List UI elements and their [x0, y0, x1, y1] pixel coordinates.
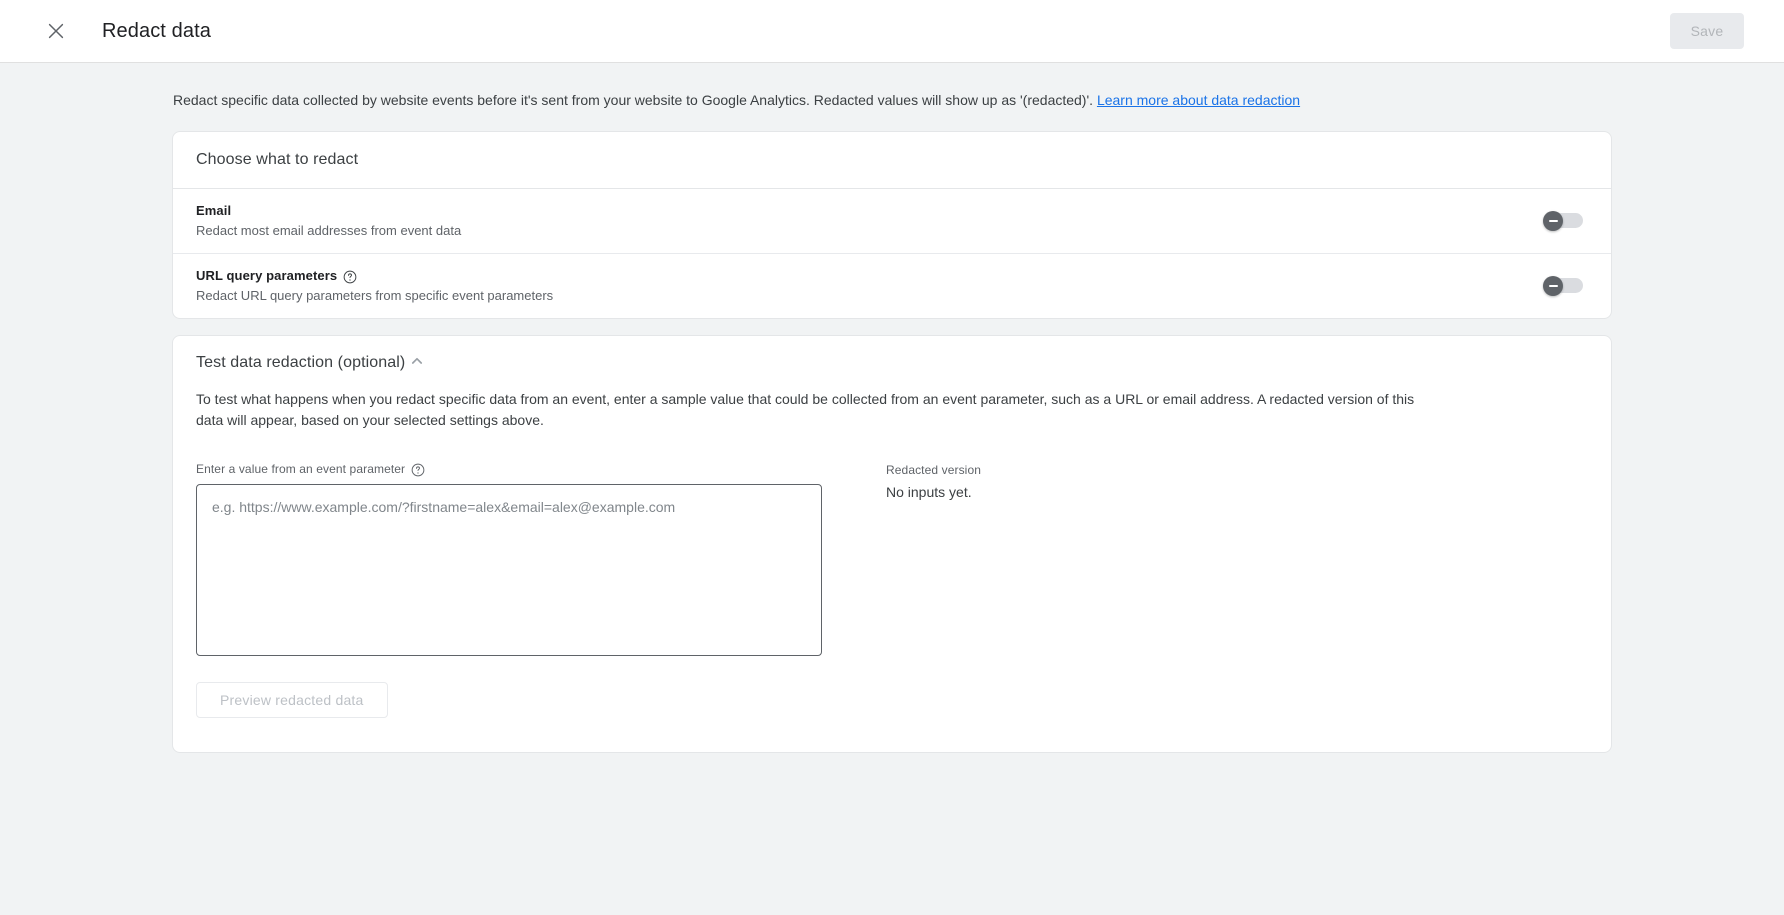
learn-more-link[interactable]: Learn more about data redaction: [1097, 92, 1300, 108]
setting-row-url-query-parameters: URL query parameters Redact URL query pa…: [173, 253, 1611, 318]
help-icon[interactable]: [343, 270, 357, 284]
choose-what-to-redact-card: Choose what to redact Email Redact most …: [172, 131, 1612, 319]
save-button[interactable]: Save: [1670, 13, 1744, 49]
close-button[interactable]: [36, 11, 76, 51]
page-title: Redact data: [102, 19, 211, 42]
help-icon[interactable]: [411, 463, 425, 477]
value-input-label-text: Enter a value from an event parameter: [196, 462, 406, 476]
url-query-parameters-label: URL query parameters: [196, 268, 338, 283]
intro-sentence: Redact specific data collected by websit…: [173, 92, 1097, 108]
toggle-knob-off-icon: [1543, 276, 1563, 296]
toggle-knob-off-icon: [1543, 211, 1563, 231]
test-section-title: Test data redaction (optional): [196, 353, 406, 371]
email-redaction-toggle[interactable]: [1543, 211, 1583, 231]
email-row-subtitle: Redact most email addresses from event d…: [196, 223, 462, 238]
url-row-subtitle: Redact URL query parameters from specifi…: [196, 288, 554, 303]
test-input-column: Enter a value from an event parameter e.…: [196, 462, 826, 718]
redacted-version-value: No inputs yet.: [886, 484, 972, 500]
redacted-output-column: Redacted version No inputs yet.: [886, 462, 981, 718]
test-section-header[interactable]: Test data redaction (optional): [173, 336, 1611, 389]
close-icon: [46, 21, 66, 41]
page-body: Redact specific data collected by websit…: [0, 63, 1784, 753]
app-bar: Redact data Save: [0, 0, 1784, 63]
choose-card-title: Choose what to redact: [196, 151, 359, 168]
chevron-up-icon: [409, 353, 425, 372]
preview-redacted-data-button[interactable]: Preview redacted data: [196, 682, 388, 718]
event-parameter-value-input[interactable]: [196, 484, 822, 656]
value-input-label: Enter a value from an event parameter: [196, 462, 826, 477]
email-label: Email: [196, 203, 232, 218]
content-container: Redact specific data collected by websit…: [172, 90, 1612, 753]
email-row-text: Email Redact most email addresses from e…: [196, 202, 1543, 240]
test-data-redaction-card: Test data redaction (optional) To test w…: [172, 335, 1612, 753]
test-grid: Enter a value from an event parameter e.…: [196, 462, 1587, 718]
redacted-version-label: Redacted version: [886, 463, 981, 477]
collapse-section-button[interactable]: [405, 351, 429, 375]
intro-text: Redact specific data collected by websit…: [172, 90, 1612, 110]
url-row-text: URL query parameters Redact URL query pa…: [196, 267, 1543, 305]
email-row-title: Email: [196, 202, 1543, 220]
setting-row-email: Email Redact most email addresses from e…: [173, 189, 1611, 253]
test-section-body: To test what happens when you redact spe…: [173, 389, 1611, 752]
test-section-description: To test what happens when you redact spe…: [196, 391, 1415, 428]
url-row-title: URL query parameters: [196, 267, 1543, 285]
choose-card-header: Choose what to redact: [173, 132, 1611, 189]
url-query-parameters-toggle[interactable]: [1543, 276, 1583, 296]
